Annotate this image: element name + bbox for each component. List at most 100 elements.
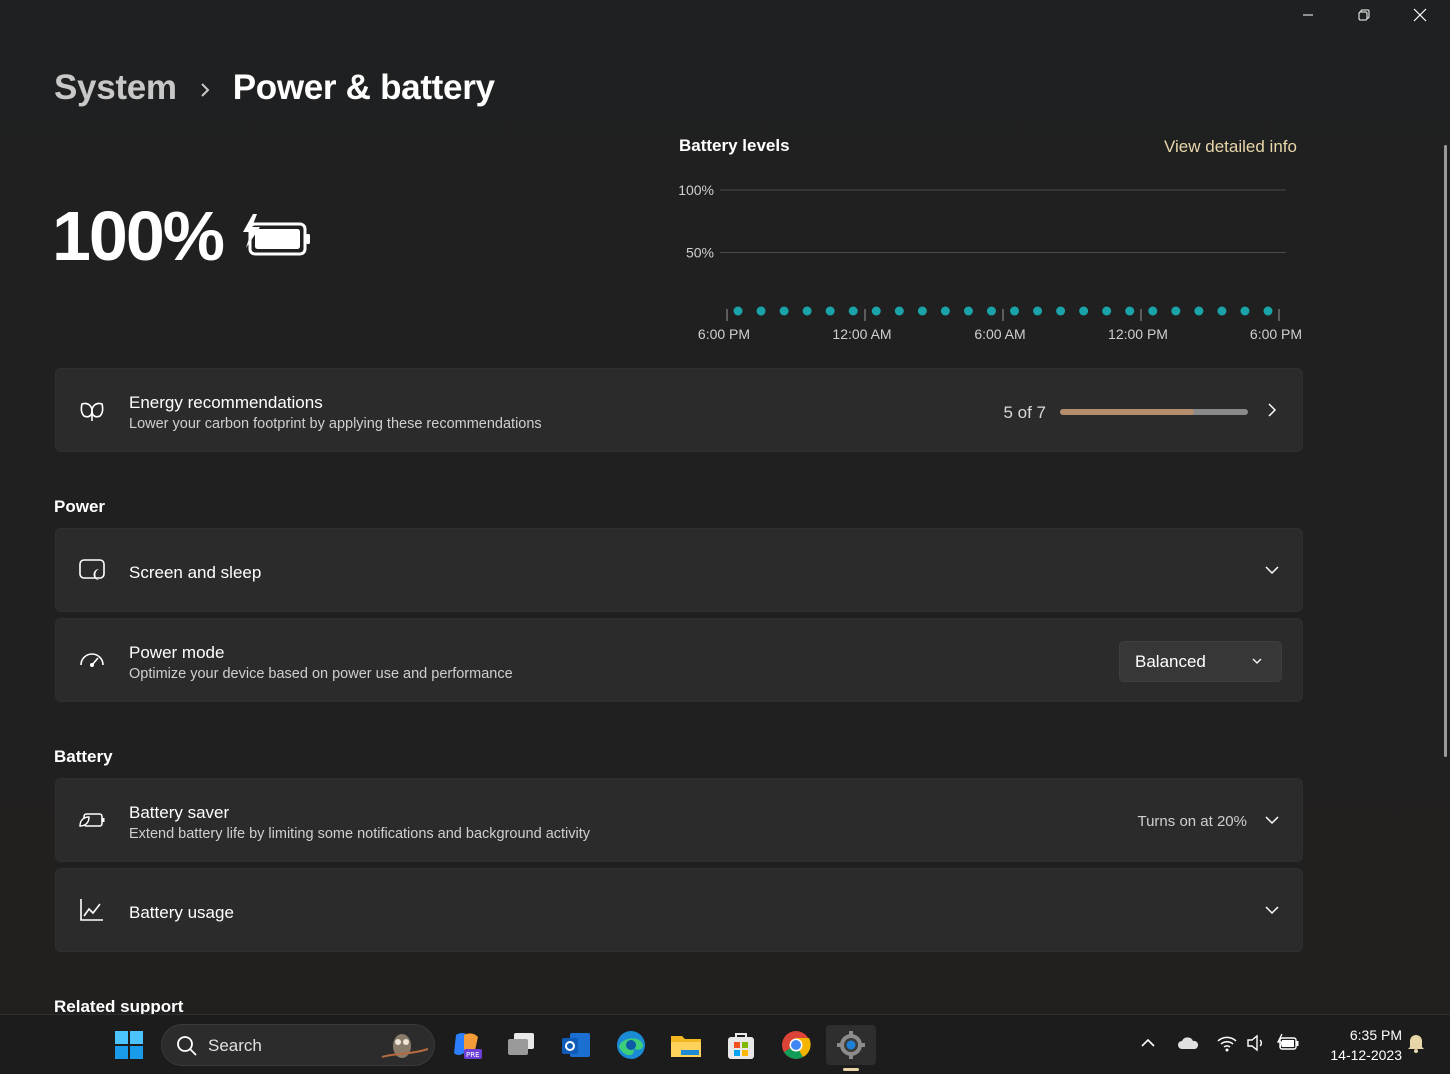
breadcrumb-system-link[interactable]: System [54, 68, 177, 108]
store-button[interactable] [721, 1025, 761, 1065]
active-app-indicator [843, 1068, 859, 1071]
chart-data-point [756, 306, 766, 316]
chart-data-point [1010, 306, 1020, 316]
battery-section-heading: Battery [54, 747, 113, 766]
restore-button[interactable] [1336, 0, 1392, 30]
clock-date: 14-12-2023 [1330, 1047, 1402, 1063]
chart-data-point [986, 306, 996, 316]
power-mode-card: Power mode Optimize your device based on… [55, 618, 1303, 702]
file-explorer-button[interactable] [666, 1025, 706, 1065]
breadcrumb-separator [199, 68, 211, 108]
chart-data-point [1033, 306, 1043, 316]
outlook-button[interactable] [556, 1025, 596, 1065]
chart-data-point [802, 306, 812, 316]
battery-levels-chart: 100% 50% 6:00 PM 12:00 AM 6:00 AM 12:00 PM 6:0… [678, 182, 1302, 342]
line-chart-icon [78, 896, 106, 924]
power-mode-subtitle: Optimize your device based on power use … [129, 666, 513, 682]
battery-saver-icon [78, 806, 106, 834]
chart-data-point [779, 306, 789, 316]
chart-x-tick-label: 6:00 PM [698, 326, 750, 342]
battery-usage-title: Battery usage [129, 903, 234, 922]
chart-data-point [1056, 306, 1066, 316]
energy-recommendations-card[interactable]: Energy recommendations Lower your carbon… [55, 368, 1303, 452]
chart-data-point [940, 306, 950, 316]
edge-icon [617, 1031, 645, 1059]
chevron-up-icon[interactable] [1140, 1035, 1156, 1051]
settings-icon [837, 1031, 865, 1059]
chart-data-point [1102, 306, 1112, 316]
taskbar-clock[interactable]: 6:35 PM 14-12-2023 [1310, 1025, 1402, 1065]
start-button[interactable] [109, 1025, 149, 1065]
notification-bell-icon[interactable] [1406, 1032, 1426, 1054]
chart-data-point [825, 306, 835, 316]
battery-usage-card[interactable]: Battery usage [55, 868, 1303, 952]
chart-x-tick-label: 12:00 AM [832, 326, 891, 342]
outlook-icon [562, 1033, 590, 1057]
svg-text:PRE: PRE [466, 1051, 480, 1059]
edge-button[interactable] [611, 1025, 651, 1065]
chevron-down-icon [1265, 816, 1279, 825]
power-section-heading: Power [54, 497, 106, 516]
chart-data-point [1263, 306, 1273, 316]
battery-saver-card[interactable]: Battery saver Extend battery life by lim… [55, 778, 1303, 862]
minimize-button[interactable] [1280, 0, 1336, 30]
chart-data-point [963, 306, 973, 316]
screen-and-sleep-card[interactable]: Screen and sleep [55, 528, 1303, 612]
chart-data-point [1171, 306, 1181, 316]
chevron-right-icon [1268, 403, 1277, 417]
scrollbar[interactable] [1444, 145, 1447, 757]
wifi-icon[interactable] [1216, 1033, 1238, 1053]
page-title: Power & battery [232, 68, 495, 107]
chart-data-point [917, 306, 927, 316]
settings-button[interactable] [826, 1025, 876, 1071]
view-detailed-info-link[interactable]: View detailed info [1164, 137, 1297, 157]
chart-data-point [1217, 306, 1227, 316]
task-view-icon [508, 1033, 534, 1055]
copilot-button[interactable]: PRE [446, 1025, 486, 1065]
screen-and-sleep-title: Screen and sleep [129, 563, 262, 582]
chrome-icon [782, 1031, 811, 1059]
onedrive-icon[interactable] [1177, 1035, 1199, 1051]
battery-saver-subtitle: Extend battery life by limiting some not… [129, 826, 591, 842]
related-support-heading: Related support [54, 997, 184, 1014]
search-input[interactable]: Search [161, 1024, 435, 1066]
close-button[interactable] [1392, 0, 1448, 30]
chart-data-point [1194, 306, 1204, 316]
battery-charging-icon [240, 210, 312, 263]
task-view-button[interactable] [501, 1025, 541, 1065]
start-icon [115, 1031, 143, 1059]
chart-y-tick-label: 100% [678, 182, 714, 198]
battery-tray-icon[interactable] [1276, 1033, 1300, 1053]
chevron-down-icon [1265, 566, 1279, 575]
power-mode-title: Power mode [129, 643, 225, 662]
chart-data-point [1240, 306, 1250, 316]
volume-icon[interactable] [1246, 1033, 1268, 1053]
clock-time: 6:35 PM [1349, 1027, 1402, 1043]
settings-window: System Power & battery 100% Battery leve… [0, 0, 1450, 1014]
chart-data-point [1148, 306, 1158, 316]
chrome-button[interactable] [776, 1025, 816, 1065]
chart-data-point [1079, 306, 1089, 316]
screen-sleep-icon [78, 556, 106, 584]
chart-x-tick-label: 6:00 PM [1250, 326, 1302, 342]
leaf-icon [78, 396, 106, 424]
breadcrumb: System Power & battery [54, 66, 495, 110]
chart-data-point [733, 306, 743, 316]
chart-x-tick-label: 6:00 AM [974, 326, 1025, 342]
chart-title: Battery levels [679, 136, 790, 155]
chevron-right-icon [201, 83, 210, 97]
chevron-down-icon [1252, 658, 1262, 664]
power-mode-dropdown[interactable]: Balanced [1119, 641, 1282, 682]
chart-data-point [1125, 306, 1135, 316]
chart-data-point [848, 306, 858, 316]
battery-percentage: 100% [52, 197, 225, 275]
battery-saver-title: Battery saver [129, 803, 230, 822]
restore-icon [1358, 9, 1370, 21]
energy-progress-fill [1060, 409, 1195, 415]
chevron-down-icon [1265, 906, 1279, 915]
energy-progress-bar [1060, 409, 1248, 415]
battery-saver-status: Turns on at 20% [1137, 813, 1247, 830]
energy-subtitle: Lower your carbon footprint by applying … [129, 416, 542, 432]
copilot-icon: PRE [454, 1033, 482, 1059]
minimize-icon [1303, 14, 1313, 16]
